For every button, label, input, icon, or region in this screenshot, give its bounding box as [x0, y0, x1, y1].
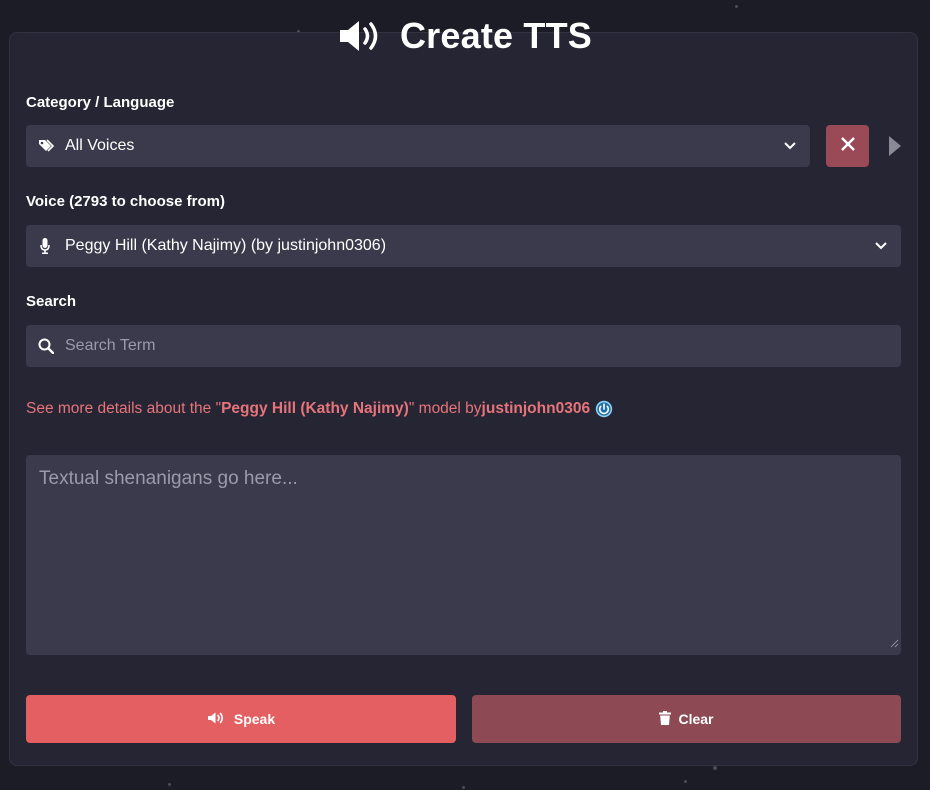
search-icon [38, 338, 54, 354]
chevron-down-icon [784, 142, 796, 150]
clear-category-button[interactable] [826, 125, 869, 167]
clear-label: Clear [678, 711, 714, 727]
chevron-down-icon [875, 242, 887, 250]
voice-select[interactable]: Peggy Hill (Kathy Najimy) (by justinjohn… [26, 225, 901, 267]
search-placeholder: Search Term [65, 337, 156, 354]
close-icon [840, 136, 855, 156]
category-label: Category / Language [26, 94, 175, 111]
caret-right-icon[interactable] [889, 136, 901, 161]
trash-icon [659, 710, 672, 728]
tags-icon [38, 139, 56, 153]
speak-button[interactable]: Speak [26, 695, 456, 743]
category-selected: All Voices [65, 137, 135, 154]
voice-label: Voice (2793 to choose from) [26, 193, 225, 210]
model-link[interactable]: Peggy Hill (Kathy Najimy) [221, 400, 409, 418]
tts-text-input[interactable]: Textual shenanigans go here... [26, 455, 901, 655]
background-dot [684, 780, 687, 783]
details-middle: " model by [408, 400, 482, 417]
background-dot [735, 5, 738, 8]
speaker-icon [207, 711, 227, 728]
background-dot [168, 783, 171, 786]
text-placeholder: Textual shenanigans go here... [39, 468, 298, 489]
page-header: Create TTS [0, 12, 930, 60]
speaker-icon [338, 18, 386, 54]
clear-button[interactable]: Clear [472, 695, 901, 743]
power-icon [595, 400, 613, 418]
speak-label: Speak [233, 711, 276, 727]
background-dot [713, 766, 717, 770]
voice-selected: Peggy Hill (Kathy Najimy) (by justinjohn… [65, 237, 387, 254]
page-title: Create TTS [399, 15, 593, 56]
search-label: Search [26, 293, 77, 310]
category-select[interactable]: All Voices [26, 125, 810, 167]
microphone-icon [40, 238, 50, 254]
background-dot [462, 786, 465, 789]
author-link[interactable]: justinjohn0306 [482, 400, 591, 418]
model-details: See more details about the " Peggy Hill (… [26, 400, 613, 418]
details-prefix: See more details about the " [26, 400, 222, 417]
resize-handle-icon[interactable] [890, 635, 899, 653]
search-input[interactable]: Search Term [26, 325, 901, 367]
